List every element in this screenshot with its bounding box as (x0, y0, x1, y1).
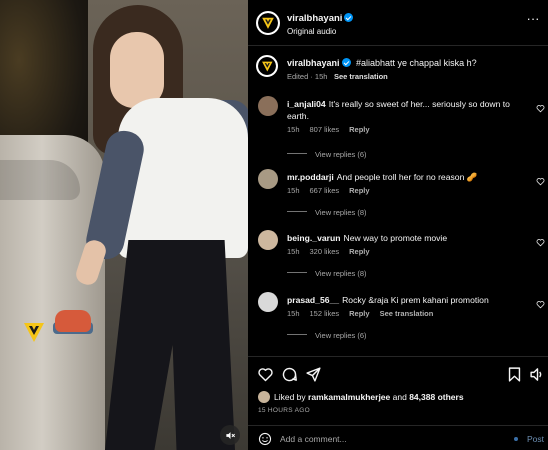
post-header: viralbhayani Original audio ··· (248, 0, 548, 46)
reply-button[interactable]: Reply (349, 125, 369, 134)
commenter-avatar[interactable] (258, 169, 278, 189)
post-media[interactable] (0, 0, 248, 450)
reply-button[interactable]: Reply (349, 186, 369, 195)
reply-button[interactable]: Reply (349, 247, 369, 256)
comment-body: prasad_56__ Rocky &raja Ki prem kahani pr… (287, 294, 517, 306)
liker-username[interactable]: ramkamalmukherjee (308, 392, 390, 402)
car-mirror (0, 160, 80, 200)
more-options-button[interactable]: ··· (524, 11, 542, 28)
like-heart-icon[interactable] (536, 104, 545, 113)
caption-see-translation-link[interactable]: See translation (334, 72, 388, 81)
comment-meta: 15h 667 likes Reply (287, 186, 380, 195)
caption-username-row[interactable]: viralbhayani (287, 58, 351, 68)
comment-time: 15h (287, 125, 300, 134)
post-panel: viralbhayani Original audio ··· viralbha… (248, 0, 548, 450)
likes-and: and (392, 392, 407, 402)
comment-time: 15h (287, 186, 300, 195)
like-heart-icon[interactable] (536, 177, 545, 186)
likes-summary[interactable]: Liked by ramkamalmukherjee and 84,388 ot… (258, 391, 464, 403)
comment-icon[interactable] (281, 366, 298, 383)
action-bar: Liked by ramkamalmukherjee and 84,388 ot… (248, 356, 548, 450)
caption-meta: Edited · 15h (287, 72, 328, 81)
person-face (110, 32, 164, 108)
commenter-avatar[interactable] (258, 96, 278, 116)
caption-text: #aliabhatt ye chappal kiska h? (356, 58, 477, 68)
comment-time: 15h (287, 247, 300, 256)
post-timestamp[interactable]: 15 HOURS AGO (258, 407, 310, 414)
audio-label[interactable]: Original audio (287, 27, 336, 36)
heart-icon[interactable] (257, 366, 274, 383)
verified-badge-icon (341, 58, 351, 67)
commenter-avatar[interactable] (258, 230, 278, 250)
add-comment-bar: Post (248, 425, 548, 450)
like-heart-icon[interactable] (536, 300, 545, 309)
emoji-icon[interactable] (258, 432, 272, 446)
commenter-avatar[interactable] (258, 292, 278, 312)
commenter-username[interactable]: prasad_56__ (287, 295, 339, 305)
post-button[interactable]: Post (527, 434, 544, 444)
bookmark-icon[interactable] (506, 366, 523, 383)
comment-likes[interactable]: 807 likes (310, 125, 340, 134)
likes-prefix: Liked by (274, 392, 306, 402)
comment-body: mr.poddarji And people troll her for no r… (287, 171, 517, 183)
caption-username[interactable]: viralbhayani (287, 58, 340, 68)
comment-text: New way to promote movie (343, 233, 448, 243)
comment-likes[interactable]: 152 likes (310, 309, 340, 318)
comment-time: 15h (287, 309, 300, 318)
comment-body: being._varun New way to promote movie (287, 232, 517, 244)
commenter-username[interactable]: i_anjali04 (287, 99, 326, 109)
comment-text: Rocky &raja Ki prem kahani promotion (342, 295, 489, 305)
comment-see-translation-link[interactable]: See translation (380, 309, 434, 318)
mute-button[interactable] (220, 425, 240, 445)
likes-others-count[interactable]: 84,388 others (409, 392, 463, 402)
comment-meta: 15h 320 likes Reply (287, 247, 380, 256)
comment-body: i_anjali04 It's really so sweet of her...… (287, 98, 517, 122)
author-username-row[interactable]: viralbhayani (287, 13, 354, 24)
comments-list[interactable]: i_anjali04 It's really so sweet of her...… (248, 88, 548, 356)
verified-badge-icon (344, 13, 354, 22)
comment-meta: 15h 152 likes Reply See translation (287, 309, 443, 318)
reply-button[interactable]: Reply (349, 309, 369, 318)
comment-text: And people troll her for no reason 🥜 (336, 172, 478, 182)
more-horizontal-icon: ··· (526, 11, 540, 26)
speaker-muted-icon (225, 431, 235, 439)
comment-likes[interactable]: 320 likes (310, 247, 340, 256)
commenter-username[interactable]: mr.poddarji (287, 172, 334, 182)
brush-handle (55, 310, 91, 332)
commenter-username[interactable]: being._varun (287, 233, 340, 243)
view-replies-button[interactable]: View replies (6) (287, 331, 367, 340)
viralbhayani-logo-icon (262, 17, 274, 29)
view-replies-button[interactable]: View replies (6) (287, 150, 367, 159)
volume-icon[interactable] (529, 366, 546, 383)
share-icon[interactable] (305, 366, 322, 383)
view-replies-button[interactable]: View replies (8) (287, 208, 367, 217)
caption-avatar[interactable] (256, 55, 278, 77)
view-replies-button[interactable]: View replies (8) (287, 269, 367, 278)
viralbhayani-watermark-icon (22, 320, 46, 344)
author-username[interactable]: viralbhayani (287, 13, 342, 24)
add-comment-input[interactable] (280, 431, 480, 447)
author-avatar[interactable] (256, 11, 280, 35)
viralbhayani-logo-icon (261, 61, 273, 72)
typing-indicator-dot (514, 437, 518, 441)
liker-avatar (258, 391, 270, 403)
like-heart-icon[interactable] (536, 238, 545, 247)
comment-likes[interactable]: 667 likes (310, 186, 340, 195)
comment-meta: 15h 807 likes Reply (287, 125, 380, 134)
